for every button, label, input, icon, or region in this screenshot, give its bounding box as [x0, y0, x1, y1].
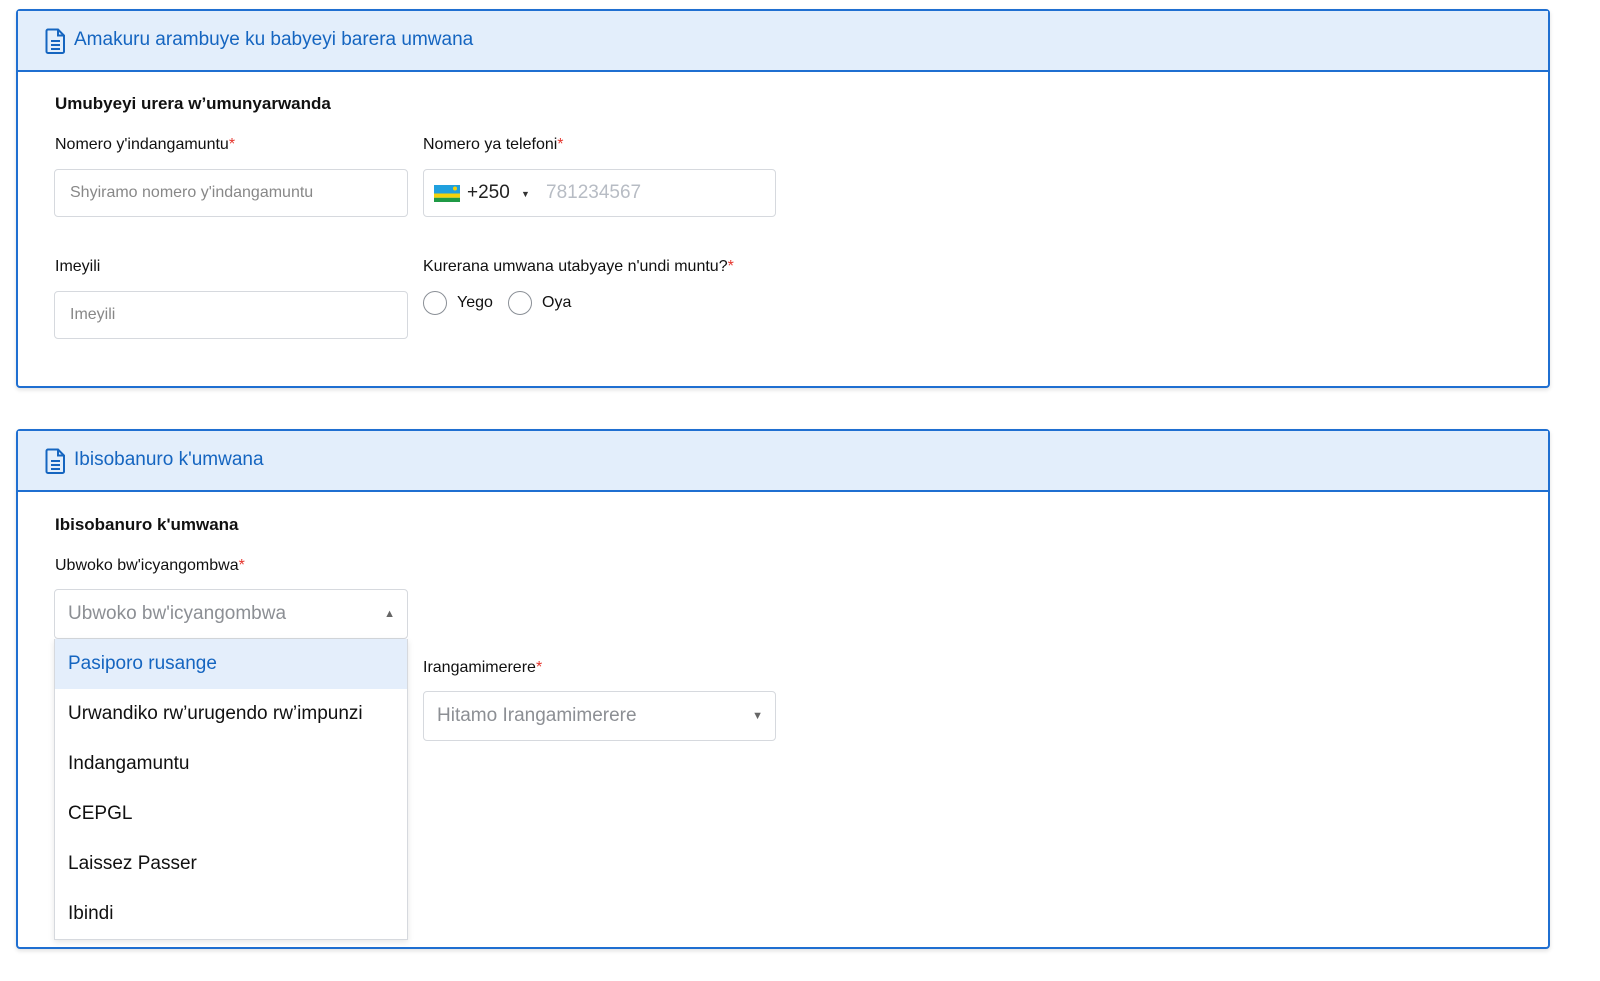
doc-type-placeholder: Ubwoko bw'icyangombwa [68, 603, 287, 624]
required-mark: * [535, 659, 543, 676]
phone-placeholder: 781234567 [546, 182, 642, 203]
document-icon [45, 28, 65, 54]
nationality-label: Irangamimerere* [423, 659, 543, 676]
required-mark: * [727, 258, 734, 275]
nationality-placeholder: Hitamo Irangamimerere [437, 705, 637, 726]
radio-yes[interactable] [423, 291, 447, 315]
document-icon [45, 448, 65, 474]
required-mark: * [228, 136, 236, 153]
id-number-label: Nomero y'indangamuntu* [55, 136, 236, 153]
doc-type-label: Ubwoko bw'icyangombwa* [55, 557, 245, 574]
nationality-select[interactable]: Hitamo Irangamimerere ▼ [423, 691, 776, 741]
doc-type-select[interactable]: Ubwoko bw'icyangombwa ▲ [54, 589, 408, 639]
dropdown-option[interactable]: CEPGL [55, 789, 407, 839]
chevron-down-icon[interactable]: ▼ [521, 170, 530, 216]
dropdown-option[interactable]: Indangamuntu [55, 739, 407, 789]
doc-type-dropdown: Pasiporo rusange Urwandiko rw’urugendo r… [54, 639, 408, 940]
required-mark: * [557, 136, 564, 153]
phone-label: Nomero ya telefoni* [423, 136, 564, 153]
email-input[interactable]: Imeyili [54, 291, 408, 339]
dropdown-option[interactable]: Urwandiko rw’urugendo rw’impunzi [55, 689, 407, 739]
dropdown-option[interactable]: Pasiporo rusange [55, 639, 407, 689]
radio-yes-label[interactable]: Yego [457, 294, 493, 312]
rwanda-flag-icon [434, 185, 460, 202]
phone-input[interactable]: +250 ▼ 781234567 [423, 169, 776, 217]
dropdown-option[interactable]: Ibindi [55, 889, 407, 939]
radio-no[interactable] [508, 291, 532, 315]
section-subtitle: Ibisobanuro k'umwana [55, 515, 239, 534]
card-header: Ibisobanuro k'umwana [18, 431, 1548, 492]
card-title: Amakuru arambuye ku babyeyi barera umwan… [74, 29, 474, 50]
chevron-up-icon[interactable]: ▲ [384, 590, 395, 638]
id-number-input[interactable]: Shyiramo nomero y'indangamuntu [54, 169, 408, 217]
section-subtitle: Umubyeyi urera w’umunyarwanda [55, 94, 331, 113]
dropdown-option[interactable]: Laissez Passer [55, 839, 407, 889]
card-title: Ibisobanuro k'umwana [74, 449, 264, 470]
coparent-question: Kurerana umwana utabyaye n'undi muntu?* [423, 258, 734, 275]
chevron-down-icon[interactable]: ▼ [752, 692, 763, 740]
required-mark: * [238, 557, 245, 574]
radio-no-label[interactable]: Oya [542, 294, 571, 312]
country-code[interactable]: +250 [467, 170, 510, 216]
email-label: Imeyili [55, 258, 101, 275]
card-header: Amakuru arambuye ku babyeyi barera umwan… [18, 11, 1548, 72]
